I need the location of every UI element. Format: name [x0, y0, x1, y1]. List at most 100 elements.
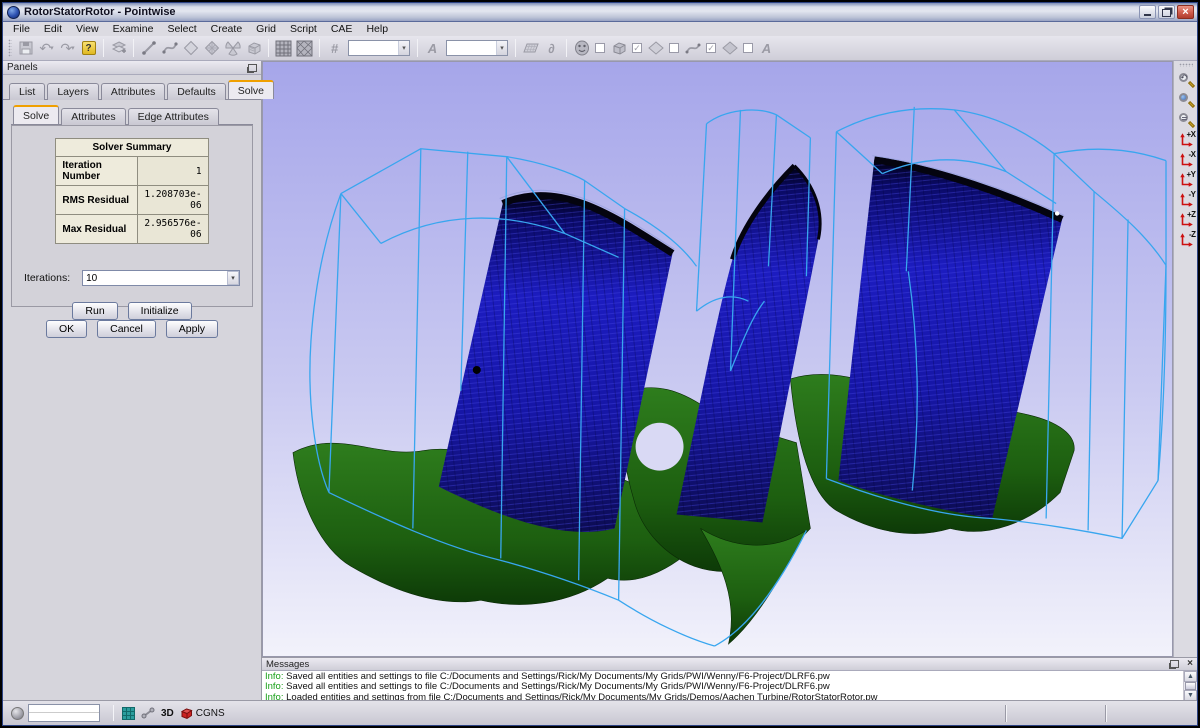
attribute-combo-input[interactable] — [447, 43, 496, 54]
viewport-3d[interactable] — [262, 61, 1173, 657]
scroll-up-icon[interactable]: ▲ — [1184, 671, 1197, 682]
domain-visibility-checkbox[interactable] — [669, 43, 679, 53]
undo-dropdown-icon[interactable]: ▾ — [50, 45, 54, 52]
view-plus-z-button[interactable]: +Z — [1175, 210, 1197, 230]
menu-select[interactable]: Select — [161, 23, 202, 35]
scrollbar-thumb[interactable] — [1185, 682, 1196, 689]
fan-icon — [225, 40, 241, 56]
tab-attributes[interactable]: Attributes — [101, 83, 165, 100]
menu-file[interactable]: File — [7, 23, 36, 35]
iterations-combo-arrow-icon[interactable]: ▾ — [227, 271, 239, 285]
menu-script[interactable]: Script — [284, 23, 323, 35]
subtab-attributes[interactable]: Attributes — [61, 108, 125, 125]
rms-residual-label: RMS Residual — [56, 186, 138, 215]
dimension-tool-button[interactable]: # — [324, 38, 345, 59]
redo-dropdown-icon[interactable]: ▾ — [71, 45, 75, 52]
connector-mode-indicator[interactable] — [141, 707, 155, 719]
main-toolbar: ↶ ▾ ↷ ▾ ? — [3, 36, 1197, 61]
unstructured-grid-button[interactable] — [294, 38, 315, 59]
selected-point-marker[interactable] — [473, 366, 481, 374]
tab-defaults[interactable]: Defaults — [167, 83, 226, 100]
view-plus-y-button[interactable]: +Y — [1175, 170, 1197, 190]
table-row: Iteration Number 1 — [56, 157, 208, 186]
menu-examine[interactable]: Examine — [107, 23, 160, 35]
menu-create[interactable]: Create — [205, 23, 249, 35]
iterations-combo[interactable]: ▾ — [82, 270, 240, 286]
toolbar-grip[interactable] — [8, 39, 12, 57]
close-messages-icon[interactable]: × — [1187, 659, 1193, 669]
minimize-button[interactable] — [1139, 5, 1156, 19]
create-fan-button[interactable] — [222, 38, 243, 59]
save-button[interactable] — [15, 38, 36, 59]
restore-button[interactable] — [1158, 5, 1175, 19]
create-curve-button[interactable] — [159, 38, 180, 59]
menu-grid[interactable]: Grid — [250, 23, 282, 35]
attribute-combo-arrow-icon[interactable]: ▾ — [496, 41, 507, 55]
float-panel-icon[interactable] — [248, 64, 257, 72]
zoom-to-fit-button[interactable] — [1175, 90, 1197, 110]
title-bar[interactable]: RotorStatorRotor - Pointwise × — [3, 3, 1197, 22]
menu-help[interactable]: Help — [360, 23, 394, 35]
ok-button[interactable]: OK — [46, 320, 87, 338]
redo-button[interactable]: ↷ ▾ — [57, 38, 78, 59]
cae-solver-indicator[interactable]: CGNS — [180, 707, 225, 720]
subtab-solve[interactable]: Solve — [13, 105, 59, 124]
view-minus-y-button[interactable]: -Y — [1175, 190, 1197, 210]
create-meshed-domain-button[interactable] — [201, 38, 222, 59]
iterations-input[interactable] — [83, 273, 227, 284]
dimension-combo[interactable]: ▾ — [348, 40, 410, 56]
view-toolbar-grip[interactable] — [1179, 63, 1193, 67]
create-connector-button[interactable] — [138, 38, 159, 59]
view-minus-x-button[interactable]: -X — [1175, 150, 1197, 170]
database-visibility-checkbox[interactable] — [743, 43, 753, 53]
layers-button[interactable] — [108, 38, 129, 59]
block-visibility-button[interactable] — [608, 38, 629, 59]
run-button[interactable]: Run — [72, 302, 117, 320]
viewport-3d-canvas[interactable] — [263, 62, 1172, 656]
block-visibility-checkbox[interactable]: ✓ — [632, 43, 642, 53]
menu-cae[interactable]: CAE — [325, 23, 359, 35]
structured-grid-button[interactable] — [273, 38, 294, 59]
create-block-button[interactable] — [243, 38, 264, 59]
view-plus-x-button[interactable]: +X — [1175, 130, 1197, 150]
dimension-combo-input[interactable] — [349, 43, 398, 54]
close-button[interactable]: × — [1177, 5, 1194, 19]
zoom-to-fit-icon — [1178, 92, 1194, 108]
undo-button[interactable]: ↶ ▾ — [36, 38, 57, 59]
messages-header[interactable]: Messages × — [262, 658, 1197, 671]
initialize-button[interactable]: Initialize — [128, 302, 192, 320]
zoom-extents-button[interactable] — [1175, 110, 1197, 130]
domain-visibility-button[interactable] — [645, 38, 666, 59]
zoom-previous-button[interactable] — [1175, 70, 1197, 90]
messages-log[interactable]: Info: Saved all entities and settings to… — [262, 671, 1183, 701]
subtab-edge-attributes[interactable]: Edge Attributes — [128, 108, 219, 125]
tab-solve[interactable]: Solve — [228, 80, 274, 99]
cancel-button[interactable]: Cancel — [97, 320, 156, 338]
tab-layers[interactable]: Layers — [47, 83, 99, 100]
label-visibility-button[interactable]: A — [756, 38, 777, 59]
tab-list[interactable]: List — [9, 83, 45, 100]
apply-button[interactable]: Apply — [166, 320, 218, 338]
view-minus-z-button[interactable]: -Z — [1175, 230, 1197, 250]
panels-header[interactable]: Panels — [3, 61, 261, 75]
connector-visibility-button[interactable] — [682, 38, 703, 59]
attribute-combo[interactable]: ▾ — [446, 40, 508, 56]
menu-view[interactable]: View — [70, 23, 105, 35]
create-domain-button[interactable] — [180, 38, 201, 59]
partial-derivative-button[interactable]: ∂ — [541, 38, 562, 59]
database-visibility-button[interactable] — [719, 38, 740, 59]
help-button[interactable]: ? — [78, 38, 99, 59]
mask-visibility-button[interactable] — [571, 38, 592, 59]
dimension-indicator[interactable]: 3D — [161, 708, 174, 719]
menu-edit[interactable]: Edit — [38, 23, 68, 35]
dialog-buttons-row: OK Cancel Apply — [3, 320, 261, 338]
messages-scrollbar[interactable]: ▲ ▼ — [1183, 671, 1197, 701]
dimension-combo-arrow-icon[interactable]: ▾ — [398, 41, 409, 55]
mask-checkbox[interactable] — [595, 43, 605, 53]
flat-domain-button[interactable] — [520, 38, 541, 59]
axis-label: -Z — [1189, 230, 1196, 239]
float-messages-icon[interactable] — [1170, 660, 1179, 668]
connector-visibility-checkbox[interactable]: ✓ — [706, 43, 716, 53]
grid-mode-indicator[interactable] — [122, 707, 135, 720]
attribute-tool-button[interactable]: A — [422, 38, 443, 59]
